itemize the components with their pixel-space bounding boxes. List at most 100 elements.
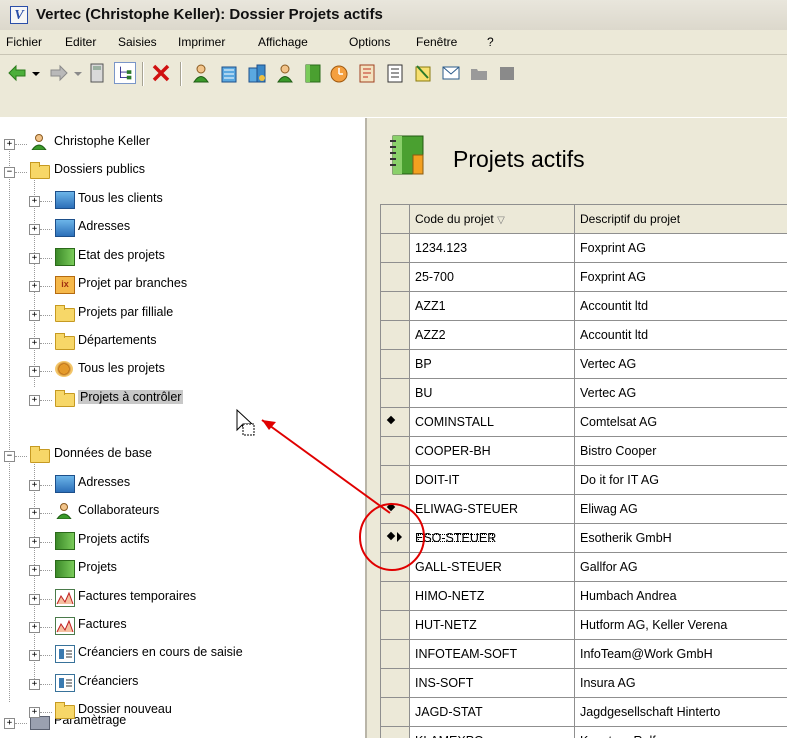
menu-fichier[interactable]: Fichier [6,35,42,49]
back-dropdown-icon[interactable] [30,62,42,84]
menu-help[interactable]: ? [487,35,494,49]
menu-editer[interactable]: Editer [65,35,96,49]
menu-options[interactable]: Options [349,35,390,49]
tree-item[interactable]: + Projets actifs [0,528,360,556]
expand-toggle[interactable]: + [29,508,40,520]
expand-toggle[interactable]: + [29,536,40,548]
cell-project-code[interactable]: GALL-STEUER [410,553,575,582]
tree-item-base-data[interactable]: − Données de base [0,442,360,470]
tree-item[interactable]: + Créanciers [0,670,360,698]
menu-fenetre[interactable]: Fenêtre [416,35,457,49]
cell-project-description[interactable]: Gallfor AG [575,553,787,582]
row-indicator[interactable] [381,379,410,408]
table-row[interactable]: ESO-STEUER Esotherik GmbH [381,524,787,553]
cell-project-code[interactable]: ELIWAG-STEUER [410,495,575,524]
tree-item[interactable]: + Créanciers en cours de saisie [0,641,360,669]
collapse-toggle[interactable]: − [4,451,15,462]
row-indicator[interactable] [381,437,410,466]
expand-toggle[interactable]: + [29,224,40,236]
tree-item[interactable]: + Factures temporaires [0,585,360,613]
menu-affichage[interactable]: Affichage [258,35,308,49]
row-indicator[interactable] [381,466,410,495]
tree-item[interactable]: + Projets à contrôler [0,386,360,414]
back-arrow-icon[interactable] [6,62,28,84]
table-row[interactable]: ELIWAG-STEUER Eliwag AG [381,495,787,524]
mail-icon[interactable] [440,62,462,84]
cell-project-description[interactable]: Foxprint AG [575,263,787,292]
row-indicator[interactable] [381,292,410,321]
table-row[interactable]: INS-SOFT Insura AG [381,669,787,698]
tree-item[interactable]: + Tous les projets [0,357,360,385]
row-indicator[interactable] [381,553,410,582]
row-indicator[interactable] [381,698,410,727]
notes-icon[interactable] [412,62,434,84]
expand-toggle[interactable]: + [4,139,15,150]
cell-project-description[interactable]: Do it for IT AG [575,466,787,495]
tree-item[interactable]: + Adresses [0,215,360,243]
cell-project-code[interactable]: INFOTEAM-SOFT [410,640,575,669]
tree-item[interactable]: + Etat des projets [0,244,360,272]
delete-x-icon[interactable] [150,62,172,84]
expand-toggle[interactable]: + [29,593,40,605]
cell-project-description[interactable]: Humbach Andrea [575,582,787,611]
cell-project-description[interactable]: Hutform AG, Keller Verena [575,611,787,640]
cell-project-description[interactable]: Comtelsat AG [575,408,787,437]
table-row[interactable]: HIMO-NETZ Humbach Andrea [381,582,787,611]
user-icon[interactable] [190,62,212,84]
cell-project-description[interactable]: Eliwag AG [575,495,787,524]
cell-project-description[interactable]: Kaestner Rolf [575,727,787,738]
tree-item[interactable]: + Factures [0,613,360,641]
row-indicator[interactable] [381,727,410,738]
row-indicator[interactable] [381,640,410,669]
column-header-description[interactable]: Descriptif du projet [575,205,787,234]
expand-toggle[interactable]: + [29,622,40,633]
cell-project-code[interactable]: AZZ2 [410,321,575,350]
square-gray-icon[interactable] [496,62,518,84]
table-row[interactable]: BP Vertec AG [381,350,787,379]
cell-project-code[interactable]: ESO-STEUER [410,524,575,553]
row-indicator[interactable] [381,321,410,350]
cell-project-code[interactable]: 25-700 [410,263,575,292]
table-row[interactable]: AZZ2 Accountit ltd [381,321,787,350]
tree-item[interactable]: + Dossier nouveau [0,698,360,726]
address-building-icon[interactable] [218,62,240,84]
calculator-icon[interactable] [86,62,108,84]
tree-item[interactable]: + Adresses [0,471,360,499]
cell-project-code[interactable]: AZZ1 [410,292,575,321]
row-indicator[interactable] [381,611,410,640]
cell-project-description[interactable]: InfoTeam@Work GmbH [575,640,787,669]
expand-toggle[interactable]: + [29,309,40,321]
cell-project-description[interactable]: Esotherik GmbH [575,524,787,553]
cell-project-description[interactable]: Vertec AG [575,379,787,408]
expand-toggle[interactable]: + [29,707,40,719]
table-row[interactable]: HUT-NETZ Hutform AG, Keller Verena [381,611,787,640]
expand-toggle[interactable]: + [29,480,40,491]
table-row[interactable]: GALL-STEUER Gallfor AG [381,553,787,582]
tree-item[interactable]: + Tous les clients [0,187,360,215]
expand-toggle[interactable]: + [29,366,40,378]
expand-toggle[interactable]: + [29,338,40,349]
cell-project-code[interactable]: DOIT-IT [410,466,575,495]
tree-item[interactable]: + Collaborateurs [0,499,360,527]
table-row[interactable]: 1234.123 Foxprint AG [381,234,787,263]
cell-project-code[interactable]: COOPER-BH [410,437,575,466]
vertec-app-icon[interactable]: V [10,6,28,24]
document-icon[interactable] [384,62,406,84]
table-row[interactable]: COMINSTALL Comtelsat AG [381,408,787,437]
row-indicator[interactable] [381,350,410,379]
cell-project-code[interactable]: JAGD-STAT [410,698,575,727]
cell-project-description[interactable]: Foxprint AG [575,234,787,263]
project-book-icon[interactable] [302,62,324,84]
cell-project-code[interactable]: BP [410,350,575,379]
expand-toggle[interactable]: + [29,565,40,577]
table-row[interactable]: BU Vertec AG [381,379,787,408]
cell-project-description[interactable]: Jagdgesellschaft Hinterto [575,698,787,727]
expand-toggle[interactable]: + [29,196,40,207]
row-indicator[interactable] [381,582,410,611]
menu-saisies[interactable]: Saisies [118,35,157,49]
expand-toggle[interactable]: + [29,650,40,662]
cell-project-code[interactable]: KLAMEXPO [410,727,575,738]
row-indicator[interactable] [381,234,410,263]
collapse-toggle[interactable]: − [4,167,15,178]
folder-gray-icon[interactable] [468,62,490,84]
